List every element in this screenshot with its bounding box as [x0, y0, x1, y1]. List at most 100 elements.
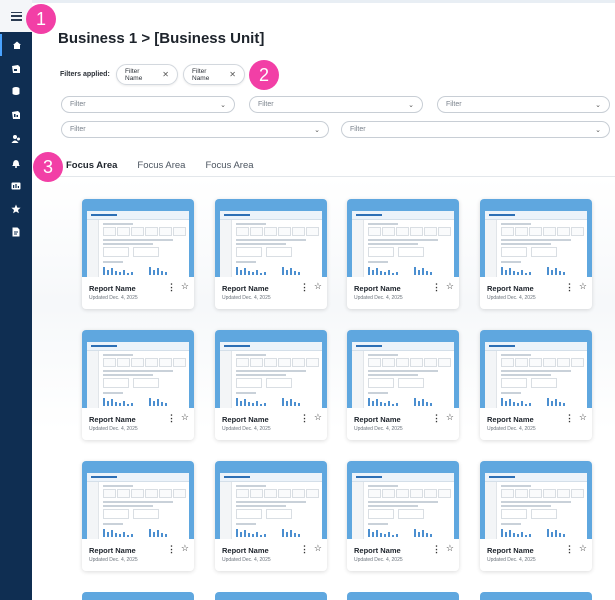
report-thumbnail[interactable] — [347, 461, 459, 539]
main-content: Business 1 > [Business Unit] Filters app… — [32, 0, 615, 600]
report-thumbnail[interactable] — [347, 199, 459, 277]
report-card[interactable]: Report Name Updated Dec. 4, 2025 ⋮ ☆ — [480, 461, 592, 571]
favorite-star-icon[interactable]: ☆ — [181, 543, 189, 554]
more-options-icon[interactable]: ⋮ — [167, 282, 176, 293]
report-thumbnail[interactable] — [480, 199, 592, 277]
favorite-star-icon[interactable]: ☆ — [579, 281, 587, 292]
dashboard-icon[interactable] — [0, 175, 32, 197]
report-card-peek[interactable] — [82, 592, 194, 600]
report-card[interactable]: Report Name Updated Dec. 4, 2025 ⋮ ☆ — [82, 199, 194, 309]
bell-icon[interactable] — [0, 152, 32, 174]
filter-dropdown-placeholder: Filter — [70, 126, 86, 133]
star-icon[interactable] — [0, 198, 32, 220]
chevron-down-icon: ⌄ — [408, 101, 414, 109]
report-name: Report Name — [89, 415, 136, 424]
report-updated-date: Updated Dec. 4, 2025 — [487, 557, 536, 563]
tab-focus-area-2[interactable]: Focus Area — [137, 160, 185, 176]
more-options-icon[interactable]: ⋮ — [565, 413, 574, 424]
report-updated-date: Updated Dec. 4, 2025 — [222, 557, 271, 563]
report-thumbnail[interactable] — [82, 199, 194, 277]
filter-chip[interactable]: Filter Name ✕ — [183, 64, 245, 85]
favorite-star-icon[interactable]: ☆ — [446, 543, 454, 554]
filter-dropdown[interactable]: Filter ⌄ — [341, 121, 610, 138]
report-card-peek[interactable] — [215, 592, 327, 600]
report-thumbnail[interactable] — [82, 330, 194, 408]
users-icon[interactable] — [0, 128, 32, 150]
report-card-peek[interactable] — [347, 592, 459, 600]
report-card[interactable]: Report Name Updated Dec. 4, 2025 ⋮ ☆ — [82, 330, 194, 440]
favorite-star-icon[interactable]: ☆ — [314, 412, 322, 423]
report-card[interactable]: Report Name Updated Dec. 4, 2025 ⋮ ☆ — [82, 461, 194, 571]
focus-area-tabs: Focus Area Focus Area Focus Area — [66, 160, 254, 177]
report-card-peek[interactable] — [480, 592, 592, 600]
favorite-star-icon[interactable]: ☆ — [579, 412, 587, 423]
report-thumbnail[interactable] — [215, 330, 327, 408]
favorite-star-icon[interactable]: ☆ — [181, 281, 189, 292]
report-name: Report Name — [487, 546, 534, 555]
report-updated-date: Updated Dec. 4, 2025 — [89, 426, 138, 432]
report-card[interactable]: Report Name Updated Dec. 4, 2025 ⋮ ☆ — [480, 330, 592, 440]
report-name: Report Name — [89, 284, 136, 293]
report-card[interactable]: Report Name Updated Dec. 4, 2025 ⋮ ☆ — [215, 461, 327, 571]
more-options-icon[interactable]: ⋮ — [565, 282, 574, 293]
chevron-down-icon: ⌄ — [314, 126, 320, 134]
chevron-down-icon: ⌄ — [220, 101, 226, 109]
document-icon[interactable] — [0, 221, 32, 243]
more-options-icon[interactable]: ⋮ — [167, 544, 176, 555]
filter-dropdown[interactable]: Filter ⌄ — [61, 121, 329, 138]
chart-icon[interactable] — [0, 104, 32, 126]
report-name: Report Name — [354, 415, 401, 424]
filter-dropdown-placeholder: Filter — [350, 126, 366, 133]
report-thumbnail[interactable] — [82, 461, 194, 539]
report-name: Report Name — [354, 546, 401, 555]
report-card[interactable]: Report Name Updated Dec. 4, 2025 ⋮ ☆ — [347, 461, 459, 571]
tab-focus-area-1[interactable]: Focus Area — [66, 160, 118, 177]
step-badge-1: 1 — [26, 4, 56, 34]
report-thumbnail[interactable] — [215, 199, 327, 277]
step-badge-2: 2 — [249, 60, 279, 90]
report-card[interactable]: Report Name Updated Dec. 4, 2025 ⋮ ☆ — [347, 330, 459, 440]
favorite-star-icon[interactable]: ☆ — [314, 281, 322, 292]
more-options-icon[interactable]: ⋮ — [432, 282, 441, 293]
report-card[interactable]: Report Name Updated Dec. 4, 2025 ⋮ ☆ — [215, 330, 327, 440]
report-name: Report Name — [222, 284, 269, 293]
report-name: Report Name — [222, 546, 269, 555]
report-updated-date: Updated Dec. 4, 2025 — [89, 557, 138, 563]
chevron-down-icon: ⌄ — [595, 101, 601, 109]
database-icon[interactable] — [0, 80, 32, 102]
more-options-icon[interactable]: ⋮ — [565, 544, 574, 555]
home-icon[interactable] — [0, 34, 32, 56]
favorite-star-icon[interactable]: ☆ — [181, 412, 189, 423]
more-options-icon[interactable]: ⋮ — [300, 544, 309, 555]
report-card[interactable]: Report Name Updated Dec. 4, 2025 ⋮ ☆ — [480, 199, 592, 309]
report-thumbnail[interactable] — [480, 461, 592, 539]
filter-dropdown[interactable]: Filter ⌄ — [61, 96, 235, 113]
report-icon[interactable] — [0, 58, 32, 80]
report-card[interactable]: Report Name Updated Dec. 4, 2025 ⋮ ☆ — [347, 199, 459, 309]
sidebar-nav — [0, 0, 32, 600]
filter-dropdown[interactable]: Filter ⌄ — [249, 96, 423, 113]
favorite-star-icon[interactable]: ☆ — [579, 543, 587, 554]
report-updated-date: Updated Dec. 4, 2025 — [487, 426, 536, 432]
more-options-icon[interactable]: ⋮ — [300, 413, 309, 424]
report-thumbnail[interactable] — [480, 330, 592, 408]
report-name: Report Name — [222, 415, 269, 424]
filter-dropdown-placeholder: Filter — [446, 101, 462, 108]
step-badge-3: 3 — [33, 152, 63, 182]
more-options-icon[interactable]: ⋮ — [432, 544, 441, 555]
favorite-star-icon[interactable]: ☆ — [446, 412, 454, 423]
tab-focus-area-3[interactable]: Focus Area — [205, 160, 253, 176]
report-updated-date: Updated Dec. 4, 2025 — [487, 295, 536, 301]
close-icon[interactable]: ✕ — [229, 70, 236, 79]
more-options-icon[interactable]: ⋮ — [167, 413, 176, 424]
close-icon[interactable]: ✕ — [162, 70, 169, 79]
filter-chip[interactable]: Filter Name ✕ — [116, 64, 178, 85]
report-thumbnail[interactable] — [347, 330, 459, 408]
favorite-star-icon[interactable]: ☆ — [314, 543, 322, 554]
filter-dropdown[interactable]: Filter ⌄ — [437, 96, 610, 113]
report-thumbnail[interactable] — [215, 461, 327, 539]
favorite-star-icon[interactable]: ☆ — [446, 281, 454, 292]
report-card[interactable]: Report Name Updated Dec. 4, 2025 ⋮ ☆ — [215, 199, 327, 309]
more-options-icon[interactable]: ⋮ — [432, 413, 441, 424]
more-options-icon[interactable]: ⋮ — [300, 282, 309, 293]
